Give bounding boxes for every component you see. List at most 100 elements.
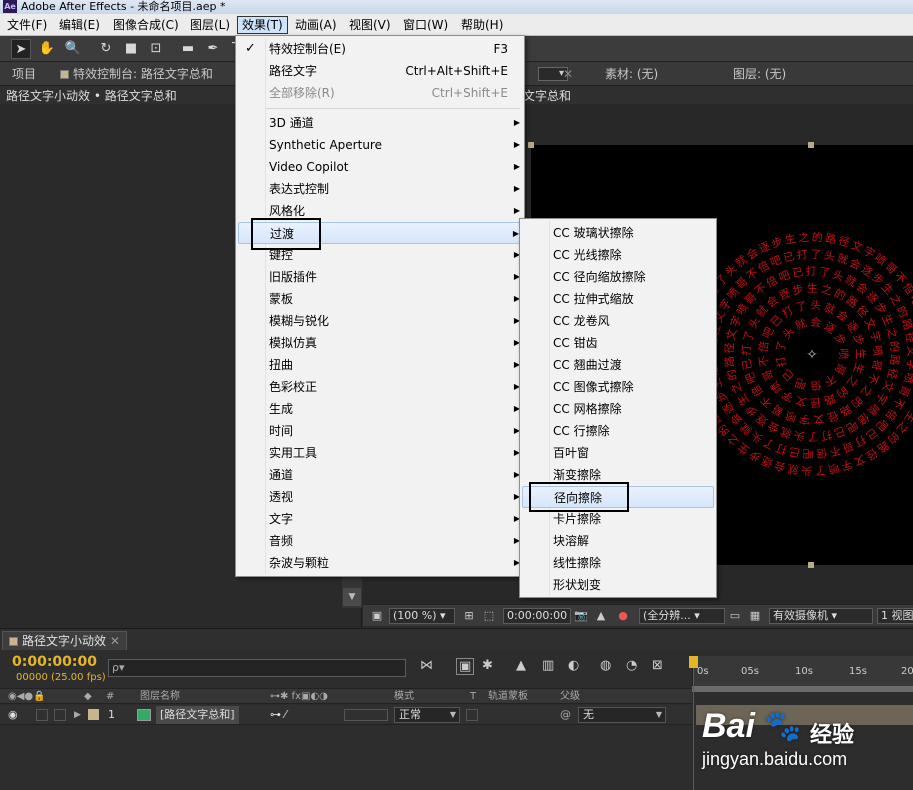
menu-category-video-copilot[interactable]: Video Copilot ▶ xyxy=(238,156,522,178)
layer-switch-icons[interactable]: ⊶ ⁄ xyxy=(270,705,286,725)
submenu-item[interactable]: CC 翘曲过渡 xyxy=(522,354,714,376)
brainstorm-icon[interactable]: ◍ xyxy=(600,658,611,673)
menu-category-utility[interactable]: 实用工具 ▶ xyxy=(238,442,522,464)
snapshot-icon[interactable]: 📷 xyxy=(573,608,589,624)
graph-editor-icon[interactable]: ⊠ xyxy=(652,658,663,673)
work-area-bar[interactable] xyxy=(692,686,913,692)
menu-file[interactable]: 文件(F) xyxy=(3,16,51,34)
anchor-point-icon[interactable]: ✧ xyxy=(806,347,818,363)
submenu-item[interactable]: CC 网格擦除 xyxy=(522,398,714,420)
tab-project[interactable]: 项目 xyxy=(12,62,36,85)
pan-behind-tool-icon[interactable]: ⊡ xyxy=(146,39,166,59)
hide-shy-icon[interactable]: ▲ xyxy=(516,658,526,673)
menu-category-text[interactable]: 文字 ▶ xyxy=(238,508,522,530)
solo-toggle[interactable] xyxy=(36,709,48,721)
timeline-search-input[interactable]: ρ▾ xyxy=(108,659,406,677)
resolution-dropdown[interactable]: (全分辨... ▾ xyxy=(639,608,725,624)
scroll-down-icon[interactable]: ▼ xyxy=(343,588,361,606)
layer-handle[interactable] xyxy=(528,142,534,148)
menu-category-noise-grain[interactable]: 杂波与颗粒 ▶ xyxy=(238,552,522,574)
menu-category-distort[interactable]: 扭曲 ▶ xyxy=(238,354,522,376)
playhead-line[interactable] xyxy=(693,656,694,790)
submenu-item[interactable]: 百叶窗 xyxy=(522,442,714,464)
tab-effect-controls[interactable]: 特效控制台: 路径文字总和 xyxy=(60,62,213,85)
submenu-item[interactable]: CC 玻璃状擦除 xyxy=(522,222,714,244)
camera-tool-icon[interactable]: ■ xyxy=(121,39,141,59)
mode-dropdown[interactable]: 正常 ▼ xyxy=(394,707,460,723)
menu-item-path-text[interactable]: 路径文字 Ctrl+Alt+Shift+E xyxy=(238,60,522,82)
submenu-item[interactable]: CC 龙卷风 xyxy=(522,310,714,332)
comp-mini-flowchart-icon[interactable]: ⋈ xyxy=(420,658,433,673)
layer-switch-boxes[interactable] xyxy=(344,709,388,721)
menu-category-3d-channel[interactable]: 3D 通道 ▶ xyxy=(238,112,522,134)
tab-timeline-comp[interactable]: 路径文字小动效 ✕ xyxy=(2,631,127,651)
safe-zones-icon[interactable]: ⊞ xyxy=(461,608,477,624)
mask-toggle-icon[interactable]: ⬚ xyxy=(481,608,497,624)
hand-tool-icon[interactable]: ✋ xyxy=(37,39,57,59)
frame-blending-icon[interactable]: ▥ xyxy=(542,658,554,673)
menu-category-expression-controls[interactable]: 表达式控制 ▶ xyxy=(238,178,522,200)
time-ruler[interactable]: 0s 05s 10s 15s 20s xyxy=(692,656,913,686)
views-dropdown[interactable]: 1 视图 xyxy=(877,608,913,624)
submenu-item[interactable]: 形状划变 xyxy=(522,574,714,596)
zoom-dropdown[interactable]: (100 %) ▾ xyxy=(389,608,455,624)
menu-category-color-correction[interactable]: 色彩校正 ▶ xyxy=(238,376,522,398)
transparency-grid-icon[interactable]: ▦ xyxy=(747,608,763,624)
layer-row[interactable]: ◉ ▶ 1 [路径文字总和] ⊶ ⁄ 正常 ▼ @ 无 ▼ xyxy=(0,705,692,725)
menu-category-obsolete[interactable]: 旧版插件 ▶ xyxy=(238,266,522,288)
menu-category-perspective[interactable]: 透视 ▶ xyxy=(238,486,522,508)
close-icon[interactable]: ✕ xyxy=(563,62,573,85)
submenu-item[interactable]: 块溶解 xyxy=(522,530,714,552)
zoom-tool-icon[interactable]: 🔍 xyxy=(63,39,83,59)
submenu-item[interactable]: CC 钳齿 xyxy=(522,332,714,354)
menu-composition[interactable]: 图像合成(C) xyxy=(109,16,183,34)
submenu-item[interactable]: CC 图像式擦除 xyxy=(522,376,714,398)
menu-layer[interactable]: 图层(L) xyxy=(186,16,234,34)
menu-item-effect-controls[interactable]: ✓ 特效控制台(E) F3 xyxy=(238,38,522,60)
menu-category-channel[interactable]: 通道 ▶ xyxy=(238,464,522,486)
motion-blur-icon[interactable]: ◐ xyxy=(568,658,579,673)
tab-footage[interactable]: 素材: (无) xyxy=(605,62,658,85)
channel-icon[interactable]: ● xyxy=(615,608,631,624)
menu-category-blur-sharpen[interactable]: 模糊与锐化 ▶ xyxy=(238,310,522,332)
submenu-item[interactable]: CC 行擦除 xyxy=(522,420,714,442)
menu-animation[interactable]: 动画(A) xyxy=(291,16,341,34)
menu-edit[interactable]: 编辑(E) xyxy=(55,16,104,34)
timeline-timecode[interactable]: 0:00:00:00 xyxy=(12,654,97,670)
layer-name[interactable]: [路径文字总和] xyxy=(156,706,239,724)
layer-handle[interactable] xyxy=(808,562,814,568)
live-update-icon[interactable]: ▣ xyxy=(456,658,475,675)
submenu-item[interactable]: 线性擦除 xyxy=(522,552,714,574)
pick-whip-icon[interactable]: @ xyxy=(560,705,571,725)
lock-toggle[interactable] xyxy=(54,709,66,721)
menu-effect[interactable]: 效果(T) xyxy=(237,16,288,34)
menu-category-time[interactable]: 时间 ▶ xyxy=(238,420,522,442)
playhead-handle[interactable] xyxy=(689,656,698,668)
auto-keyframe-icon[interactable]: ◔ xyxy=(626,658,637,673)
menu-category-synthetic-aperture[interactable]: Synthetic Aperture ▶ xyxy=(238,134,522,156)
submenu-item[interactable]: CC 光线擦除 xyxy=(522,244,714,266)
rectangle-tool-icon[interactable]: ▬ xyxy=(178,39,198,59)
menu-help[interactable]: 帮助(H) xyxy=(457,16,507,34)
submenu-item[interactable]: CC 径向缩放擦除 xyxy=(522,266,714,288)
menu-view[interactable]: 视图(V) xyxy=(345,16,395,34)
tab-layer[interactable]: 图层: (无) xyxy=(733,62,786,85)
preserve-transparency-toggle[interactable] xyxy=(466,709,478,721)
close-icon[interactable]: ✕ xyxy=(110,634,120,648)
layer-handle[interactable] xyxy=(808,142,814,148)
menu-item-remove-all[interactable]: 全部移除(R) Ctrl+Shift+E xyxy=(238,82,522,104)
menu-category-audio[interactable]: 音频 ▶ xyxy=(238,530,522,552)
col-layer-name[interactable]: 图层名称 xyxy=(140,690,180,704)
show-snapshot-icon[interactable]: ▲ xyxy=(593,608,609,624)
eye-icon[interactable]: ◉ xyxy=(8,705,18,725)
menu-window[interactable]: 窗口(W) xyxy=(399,16,452,34)
menu-category-simulation[interactable]: 模拟仿真 ▶ xyxy=(238,332,522,354)
selection-tool-icon[interactable]: ➤ xyxy=(11,39,31,59)
draft-3d-icon[interactable]: ✱ xyxy=(482,658,493,673)
region-of-interest-icon[interactable]: ▭ xyxy=(727,608,743,624)
pen-tool-icon[interactable]: ✒ xyxy=(203,39,223,59)
expand-triangle-icon[interactable]: ▶ xyxy=(74,705,81,725)
parent-dropdown[interactable]: 无 ▼ xyxy=(578,707,666,723)
menu-category-generate[interactable]: 生成 ▶ xyxy=(238,398,522,420)
label-color[interactable] xyxy=(88,709,99,720)
